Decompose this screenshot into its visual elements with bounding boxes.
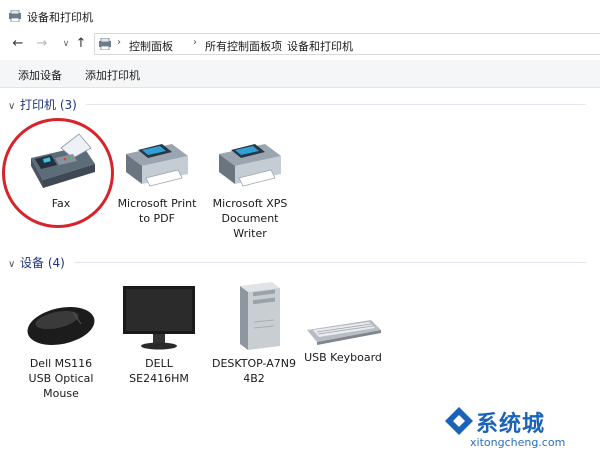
device-keyboard[interactable]: USB Keyboard	[298, 316, 388, 365]
device-mouse[interactable]: Dell MS116 USB Optical Mouse	[16, 296, 106, 401]
device-label: USB Keyboard	[304, 351, 382, 364]
breadcrumb-separator[interactable]: ›	[275, 37, 279, 48]
mouse-icon	[27, 307, 95, 345]
chevron-down-icon: ∨	[8, 101, 16, 112]
recent-locations-dropdown[interactable]: ∨	[58, 36, 74, 52]
device-monitor[interactable]: DELL SE2416HM	[114, 284, 204, 386]
title-bar: 设备和打印机	[0, 0, 600, 30]
chevron-down-icon: ∨	[8, 259, 16, 270]
watermark-text: 系统城	[476, 412, 546, 437]
breadcrumb-devices-printers[interactable]: 设备和打印机	[287, 38, 353, 54]
watermark: 系统城 xitongcheng.com	[440, 400, 600, 456]
device-label: Microsoft Print to PDF	[117, 197, 197, 225]
breadcrumb-separator[interactable]: ›	[117, 37, 121, 48]
printer-icon	[219, 144, 281, 187]
annotation-circle	[2, 118, 114, 228]
back-button[interactable]: ←	[10, 36, 26, 52]
device-label: DESKTOP-A7N9 4B2	[211, 357, 296, 385]
device-label: DELL SE2416HM	[129, 357, 189, 385]
device-print-to-pdf[interactable]: Microsoft Print to PDF	[112, 132, 202, 226]
device-label: Microsoft XPS Document Writer	[212, 197, 288, 240]
control-panel-icon	[99, 38, 111, 50]
device-label: Dell MS116 USB Optical Mouse	[28, 357, 94, 400]
breadcrumb-separator[interactable]: ›	[193, 37, 197, 48]
keyboard-icon	[307, 320, 381, 345]
printer-icon	[126, 144, 188, 187]
breadcrumb-control-panel[interactable]: 控制面板	[129, 38, 173, 54]
device-desktop[interactable]: DESKTOP-A7N9 4B2	[204, 280, 304, 386]
command-bar: 添加设备 添加打印机	[0, 60, 600, 88]
add-printer-button[interactable]: 添加打印机	[85, 67, 140, 83]
forward-button[interactable]: →	[34, 36, 50, 52]
address-bar[interactable]: › 控制面板 › 所有控制面板项 › 设备和打印机	[94, 33, 600, 55]
printers-group-header[interactable]: ∨ 打印机 (3)	[8, 96, 77, 113]
devices-group-title: 设备 (4)	[20, 256, 65, 270]
breadcrumb-all-items[interactable]: 所有控制面板项	[205, 38, 282, 54]
watermark-logo-icon	[445, 407, 473, 435]
group-divider	[74, 262, 586, 263]
device-xps-writer[interactable]: Microsoft XPS Document Writer	[205, 132, 295, 241]
watermark-url: xitongcheng.com	[470, 436, 566, 449]
monitor-icon	[123, 286, 195, 350]
devices-printers-app-icon	[9, 10, 21, 22]
up-button[interactable]: ↑	[73, 36, 89, 52]
devices-group-header[interactable]: ∨ 设备 (4)	[8, 254, 65, 271]
group-divider	[86, 104, 586, 105]
printers-group-title: 打印机 (3)	[20, 98, 77, 112]
add-device-button[interactable]: 添加设备	[18, 67, 62, 83]
window-title: 设备和打印机	[27, 11, 93, 24]
computer-tower-icon	[240, 282, 280, 350]
